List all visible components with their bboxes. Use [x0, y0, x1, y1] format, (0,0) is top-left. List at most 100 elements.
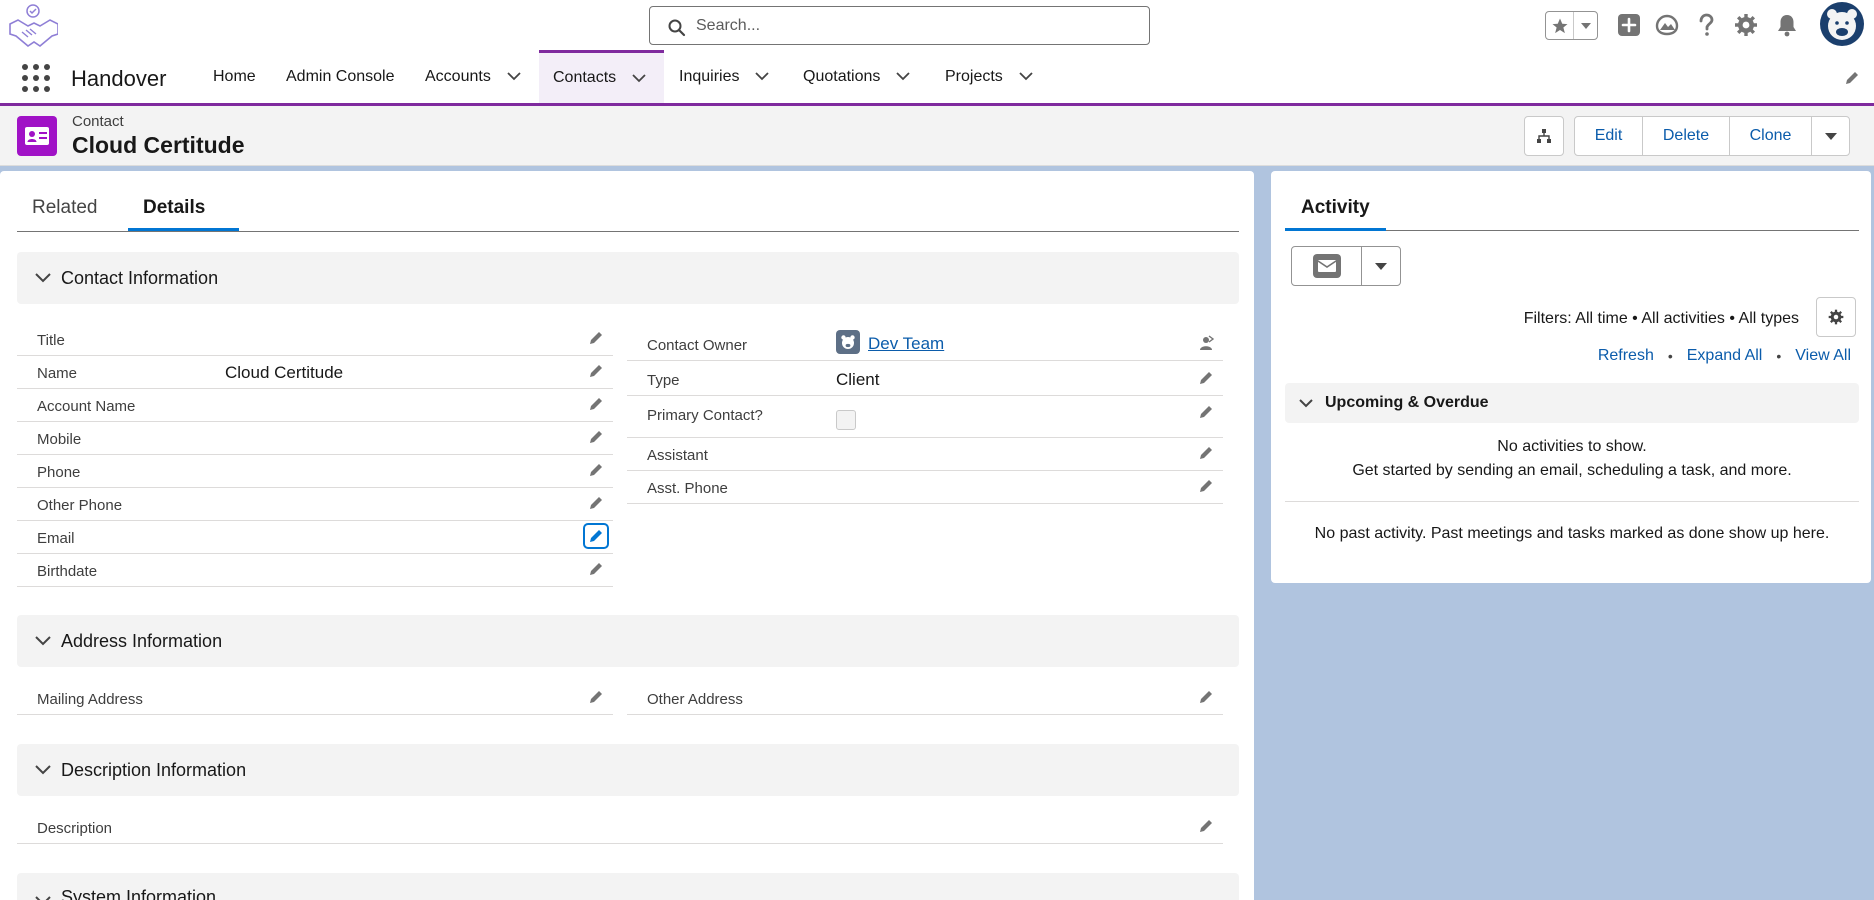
field-value: Cloud Certitude — [225, 363, 344, 382]
field-label: Other Address — [647, 691, 743, 708]
hierarchy-button[interactable] — [1524, 116, 1564, 156]
chevron-down-icon — [1299, 398, 1313, 408]
field-mobile: Mobile — [17, 422, 613, 455]
pencil-icon[interactable] — [1197, 444, 1215, 462]
field-label: Type — [647, 372, 680, 389]
nav-item-home[interactable]: Home — [213, 50, 256, 103]
search-icon — [668, 19, 686, 37]
global-search[interactable] — [649, 6, 1150, 45]
field-label: Account Name — [37, 398, 136, 415]
record-actions: Edit Delete Clone — [1574, 116, 1850, 156]
owner-link[interactable]: Dev Team — [868, 334, 944, 354]
section-system-information[interactable]: System Information — [17, 873, 1239, 900]
nav-item-label: Projects — [945, 67, 1003, 85]
star-icon[interactable] — [1546, 12, 1575, 39]
primary-contact-checkbox — [836, 410, 856, 430]
filter-settings-button[interactable] — [1816, 297, 1856, 337]
gear-icon — [1828, 309, 1844, 325]
pencil-icon[interactable] — [1197, 477, 1215, 495]
pencil-icon[interactable] — [583, 523, 609, 549]
field-mailing-address: Mailing Address — [17, 682, 613, 715]
no-past-activity-message: No past activity. Past meetings and task… — [1314, 525, 1830, 542]
field-primary-contact: Primary Contact? — [627, 396, 1223, 438]
owner-avatar-icon — [836, 330, 860, 354]
bell-icon[interactable] — [1774, 12, 1800, 38]
section-address-information[interactable]: Address Information — [17, 615, 1239, 667]
question-icon[interactable] — [1693, 12, 1719, 38]
field-label: Other Phone — [37, 497, 123, 514]
edit-nav-icon[interactable] — [1844, 70, 1860, 91]
section-title: Address Information — [61, 630, 223, 651]
expand-all-link[interactable]: Expand All — [1687, 347, 1763, 365]
field-label: Contact Owner — [647, 337, 748, 354]
pencil-icon[interactable] — [587, 461, 605, 479]
trailhead-icon[interactable] — [1654, 12, 1680, 38]
field-phone: Phone — [17, 455, 613, 488]
nav-item-accounts[interactable]: Accounts — [425, 50, 521, 103]
pencil-icon[interactable] — [587, 362, 605, 380]
email-button[interactable] — [1292, 247, 1362, 285]
pencil-icon[interactable] — [1197, 688, 1215, 706]
chevron-down-icon — [1824, 132, 1837, 140]
pencil-icon[interactable] — [1197, 817, 1215, 835]
field-account-name: Account Name — [17, 389, 613, 422]
section-description-information[interactable]: Description Information — [17, 744, 1239, 796]
contact-card-icon — [17, 116, 57, 156]
plus-icon[interactable] — [1616, 12, 1642, 38]
app-name: Handover — [71, 66, 167, 91]
chevron-down-icon — [35, 273, 51, 283]
clone-button[interactable]: Clone — [1730, 117, 1812, 155]
field-contact-owner: Contact Owner Dev Team — [627, 323, 1223, 361]
more-actions-button[interactable] — [1812, 117, 1849, 155]
chevron-down-icon[interactable] — [896, 72, 911, 81]
pencil-icon[interactable] — [587, 395, 605, 413]
field-label: Email — [37, 530, 75, 547]
chevron-down-icon[interactable] — [507, 72, 521, 81]
refresh-link[interactable]: Refresh — [1598, 347, 1654, 365]
field-asst-phone: Asst. Phone — [627, 471, 1223, 504]
activity-dropdown-button[interactable] — [1362, 247, 1400, 285]
nav-item-contacts[interactable]: Contacts — [539, 50, 664, 103]
nav-item-inquiries[interactable]: Inquiries — [679, 50, 770, 103]
activity-links: Refresh • Expand All • View All — [1598, 347, 1851, 365]
chevron-down-icon[interactable] — [632, 73, 646, 83]
chevron-down-icon[interactable] — [755, 72, 770, 81]
tab-details[interactable]: Details — [143, 197, 205, 219]
pencil-icon[interactable] — [1197, 369, 1215, 387]
section-contact-information[interactable]: Contact Information — [17, 252, 1239, 304]
field-value: Client — [836, 370, 880, 389]
pencil-icon[interactable] — [587, 688, 605, 706]
field-label: Name — [37, 365, 78, 382]
nav-item-admin-console[interactable]: Admin Console — [286, 50, 395, 103]
chevron-down-icon[interactable] — [1019, 72, 1033, 81]
hierarchy-icon — [1537, 129, 1551, 143]
tab-activity[interactable]: Activity — [1301, 197, 1370, 219]
nav-item-quotations[interactable]: Quotations — [803, 50, 911, 103]
favorites-dropdown-icon[interactable] — [1574, 12, 1597, 39]
field-label: Title — [37, 332, 65, 349]
active-tab-indicator — [1285, 228, 1386, 231]
tab-related[interactable]: Related — [32, 197, 98, 219]
app-launcher-icon[interactable] — [22, 64, 50, 92]
change-owner-icon[interactable] — [1197, 334, 1215, 352]
search-input[interactable] — [696, 15, 1116, 37]
field-other-phone: Other Phone — [17, 488, 613, 521]
record-header: Contact Cloud Certitude Edit Delete Clon… — [0, 106, 1874, 166]
separator-dot: • — [1667, 348, 1673, 364]
pencil-icon[interactable] — [587, 329, 605, 347]
pencil-icon[interactable] — [587, 560, 605, 578]
field-birthdate: Birthdate — [17, 554, 613, 587]
pencil-icon[interactable] — [587, 428, 605, 446]
pencil-icon[interactable] — [1197, 403, 1215, 421]
pencil-icon[interactable] — [587, 494, 605, 512]
upcoming-overdue-section[interactable]: Upcoming & Overdue — [1285, 383, 1859, 423]
gear-icon[interactable] — [1733, 12, 1759, 38]
section-title: Upcoming & Overdue — [1325, 394, 1489, 411]
view-all-link[interactable]: View All — [1795, 347, 1851, 365]
handshake-logo-icon[interactable] — [6, 2, 59, 48]
edit-button[interactable]: Edit — [1575, 117, 1643, 155]
bear-avatar[interactable] — [1820, 2, 1864, 46]
delete-button[interactable]: Delete — [1643, 117, 1730, 155]
nav-item-projects[interactable]: Projects — [945, 50, 1033, 103]
field-title: Title — [17, 323, 613, 356]
